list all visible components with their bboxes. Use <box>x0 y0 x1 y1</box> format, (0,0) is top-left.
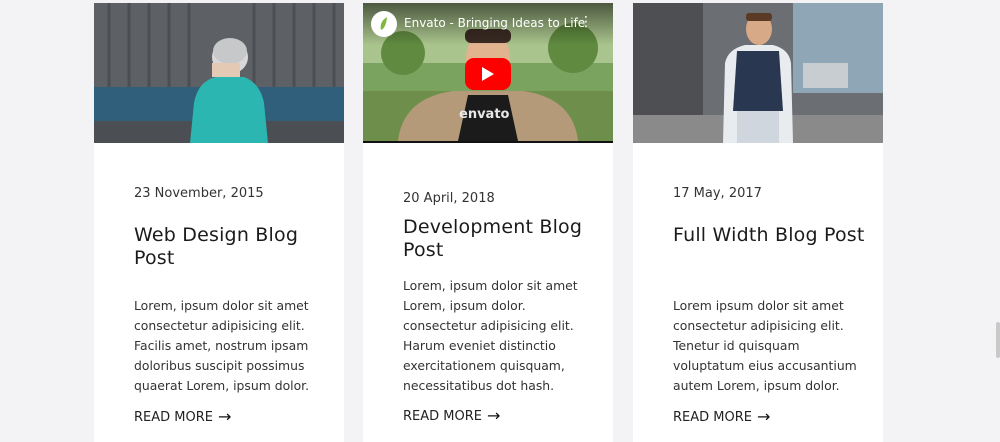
card-image-woman[interactable] <box>94 3 344 143</box>
read-more-label: READ MORE <box>134 409 213 425</box>
blog-card-2: Envato - Bringing Ideas to Life ⋮ envato… <box>363 3 613 442</box>
post-date: 17 May, 2017 <box>673 186 762 201</box>
post-date: 23 November, 2015 <box>134 186 264 201</box>
woman-in-teal-jacket-image <box>94 3 344 143</box>
read-more-label: READ MORE <box>673 409 752 425</box>
video-header: Envato - Bringing Ideas to Life ⋮ <box>363 3 613 45</box>
scrollbar[interactable] <box>996 322 1000 358</box>
arrow-right-icon: → <box>217 407 232 426</box>
post-title[interactable]: Development Blog Post <box>403 216 603 262</box>
arrow-right-icon: → <box>756 407 771 426</box>
blog-card-3: 17 May, 2017 Full Width Blog Post Lorem … <box>633 3 883 442</box>
more-options-icon[interactable]: ⋮ <box>579 15 593 29</box>
man-in-vest-street-image <box>633 3 883 143</box>
post-title[interactable]: Web Design Blog Post <box>134 224 334 270</box>
post-title[interactable]: Full Width Blog Post <box>673 224 873 247</box>
arrow-right-icon: → <box>486 406 501 425</box>
read-more-link[interactable]: READ MORE → <box>134 409 231 425</box>
read-more-link[interactable]: READ MORE → <box>403 408 500 424</box>
video-brand-text: envato <box>459 107 510 122</box>
video-embed[interactable]: Envato - Bringing Ideas to Life ⋮ envato <box>363 3 613 143</box>
play-icon <box>482 67 494 81</box>
card-image-man[interactable] <box>633 3 883 143</box>
read-more-label: READ MORE <box>403 408 482 424</box>
read-more-link[interactable]: READ MORE → <box>673 409 770 425</box>
channel-logo-icon[interactable] <box>371 11 397 37</box>
blog-card-1: 23 November, 2015 Web Design Blog Post L… <box>94 3 344 442</box>
post-date: 20 April, 2018 <box>403 191 495 206</box>
post-excerpt: Lorem, ipsum dolor sit amet Lorem, ipsum… <box>403 278 578 393</box>
post-excerpt: Lorem, ipsum dolor sit amet consectetur … <box>134 298 310 393</box>
play-button[interactable] <box>465 58 511 90</box>
video-title[interactable]: Envato - Bringing Ideas to Life <box>404 16 585 30</box>
post-excerpt: Lorem ipsum dolor sit amet consectetur a… <box>673 298 857 393</box>
